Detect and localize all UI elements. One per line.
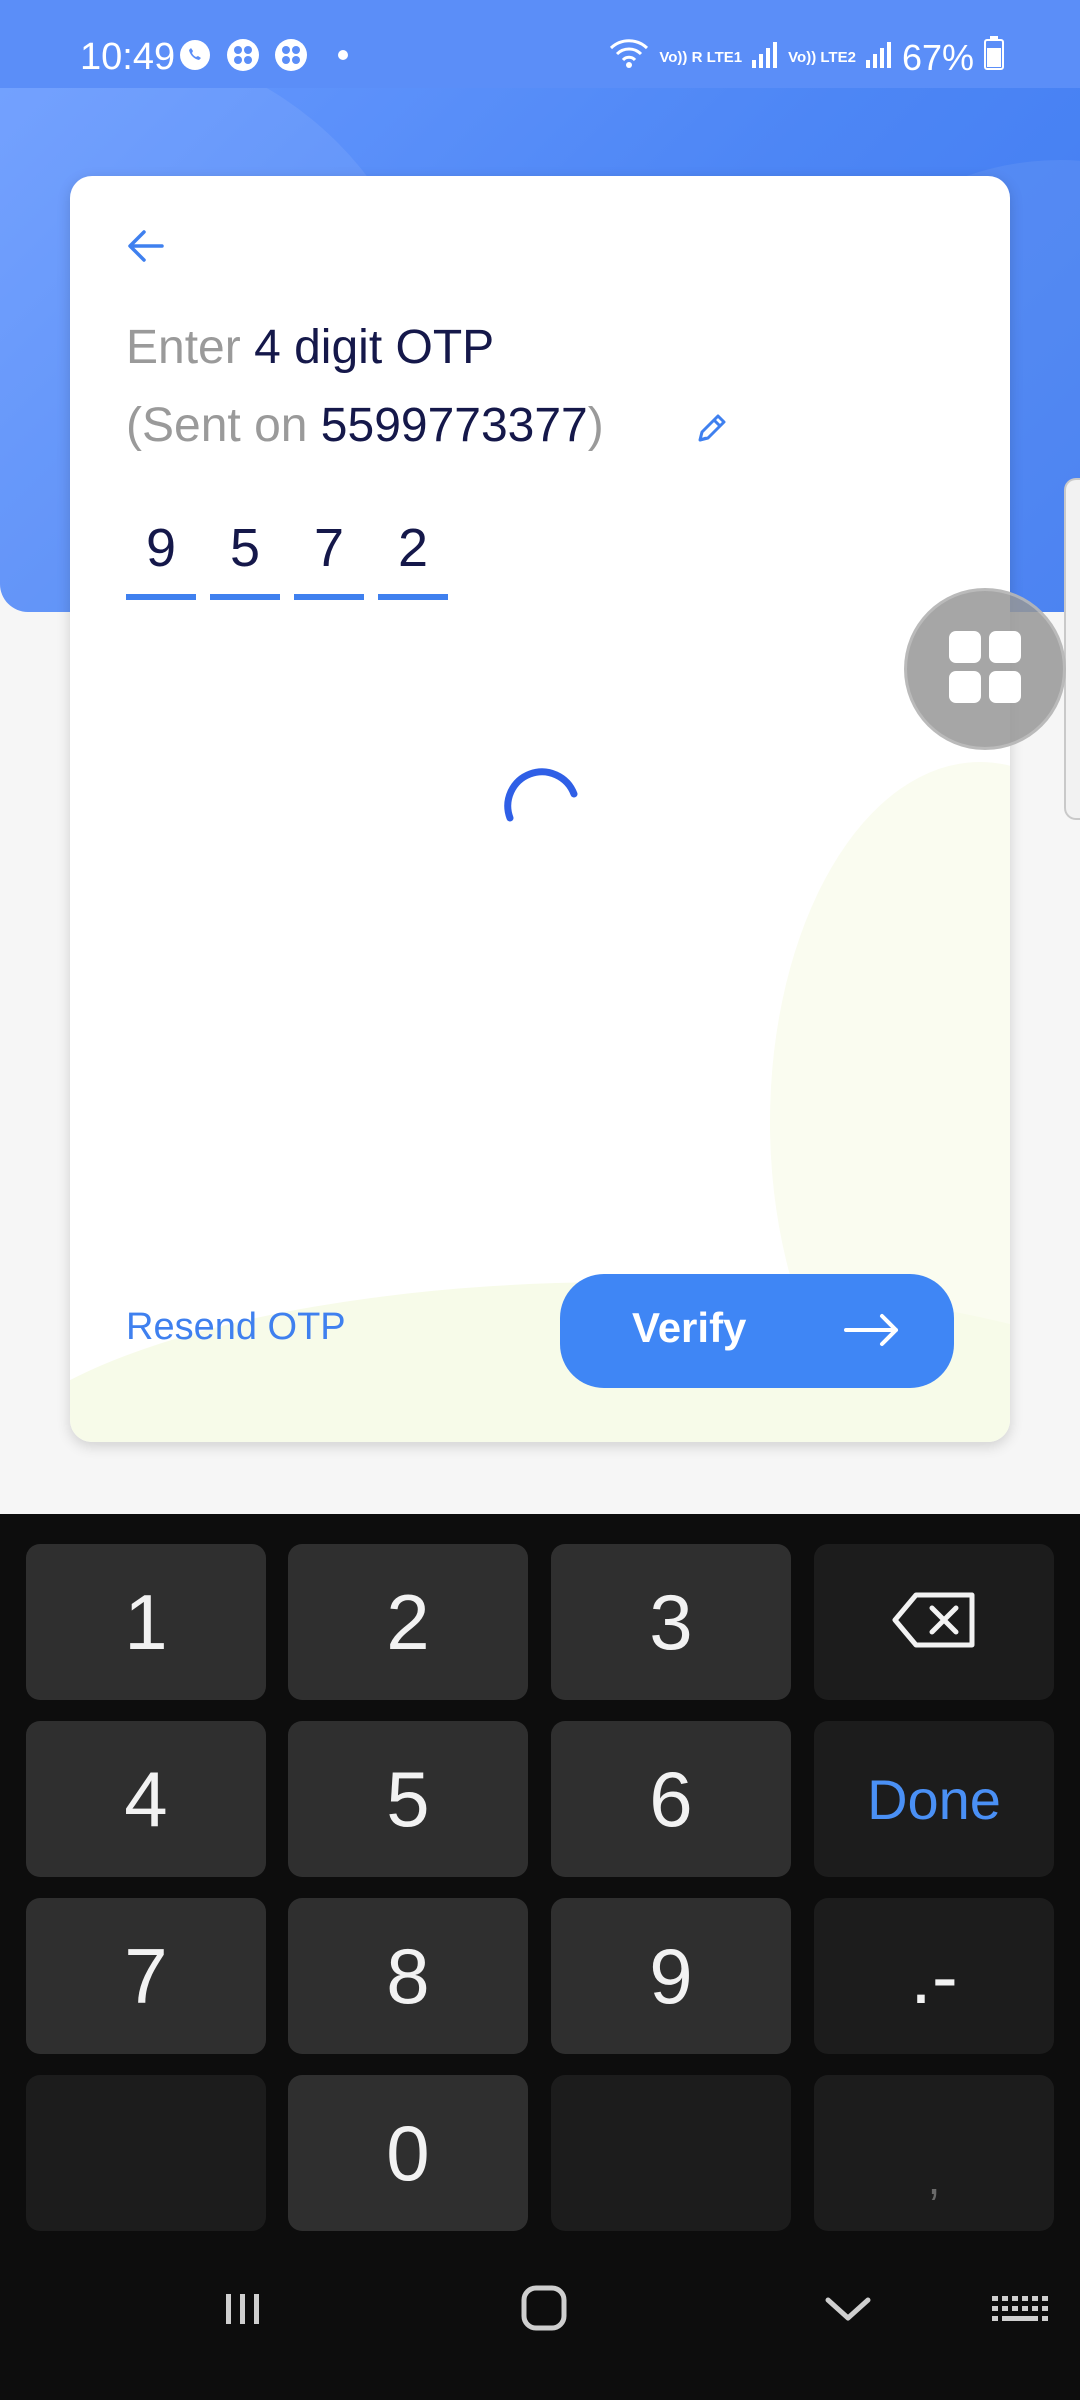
wifi-icon [609, 37, 649, 79]
otp-card: Enter 4 digit OTP (Sent on 5599773377) 9… [70, 176, 1010, 1442]
status-time: 10:49 [80, 36, 176, 78]
backspace-icon [892, 1577, 976, 1668]
key-3[interactable]: 3 [551, 1544, 791, 1700]
app-icon [224, 36, 262, 74]
status-bar: 10:49 Vo)) R LTE1 Vo)) LTE2 67% [0, 0, 1080, 88]
hide-keyboard-button[interactable] [818, 2278, 878, 2343]
comma-key[interactable]: , [814, 2075, 1054, 2231]
arrow-right-icon [842, 1310, 902, 1355]
battery-percent: 67% [901, 36, 974, 78]
key-2[interactable]: 2 [288, 1544, 528, 1700]
key-4[interactable]: 4 [26, 1721, 266, 1877]
numeric-keyboard: 1 2 3 4 5 6 Done 7 8 9 .- 0 , [0, 1514, 1080, 2236]
battery-icon [984, 36, 1004, 79]
back-button[interactable] [118, 220, 174, 276]
symbols-label: .- [910, 1931, 958, 2020]
verify-label: Verify [632, 1304, 747, 1351]
edit-phone-button[interactable] [690, 408, 734, 452]
pencil-icon [692, 408, 732, 453]
key-6[interactable]: 6 [551, 1721, 791, 1877]
floating-apps-button[interactable] [904, 588, 1066, 750]
otp-digit-field[interactable]: 5 [210, 512, 280, 600]
empty-key [26, 2075, 266, 2231]
recents-icon [212, 2278, 272, 2343]
keyboard-icon [990, 2278, 1050, 2343]
otp-digit-field[interactable]: 9 [126, 512, 196, 600]
sim1-label: Vo)) R LTE1 [659, 48, 743, 66]
home-button[interactable] [514, 2278, 574, 2343]
symbols-key[interactable]: .- [814, 1898, 1054, 2054]
grid-icon [947, 629, 1023, 710]
key-5[interactable]: 5 [288, 1721, 528, 1877]
key-9[interactable]: 9 [551, 1898, 791, 2054]
signal-icon [752, 37, 778, 79]
empty-key [551, 2075, 791, 2231]
otp-input-group: 9 5 7 2 [126, 512, 448, 600]
otp-digit-field[interactable]: 2 [378, 512, 448, 600]
key-7[interactable]: 7 [26, 1898, 266, 2054]
system-indicators: Vo)) R LTE1 Vo)) LTE2 67% [609, 36, 1004, 79]
navigation-bar [0, 2236, 1080, 2400]
title-prefix: Enter [126, 321, 241, 374]
page-title: Enter 4 digit OTP [126, 320, 494, 375]
sent-prefix: (Sent on [126, 399, 308, 452]
otp-digit-field[interactable]: 7 [294, 512, 364, 600]
phone-number: 5599773377 [320, 399, 588, 452]
whatsapp-icon [176, 36, 214, 74]
comma-label: , [927, 2152, 941, 2204]
chevron-down-icon [818, 2278, 878, 2343]
keyboard-switch-button[interactable] [990, 2278, 1050, 2343]
back-arrow-icon [126, 228, 166, 269]
edge-panel-handle[interactable] [1064, 478, 1080, 820]
home-icon [514, 2278, 574, 2343]
title-main: 4 digit OTP [254, 321, 495, 374]
key-1[interactable]: 1 [26, 1544, 266, 1700]
recent-apps-button[interactable] [212, 2278, 272, 2343]
notification-icons [176, 36, 348, 74]
key-0[interactable]: 0 [288, 2075, 528, 2231]
more-notifications-dot [338, 50, 348, 60]
resend-otp-link[interactable]: Resend OTP [126, 1306, 346, 1349]
done-key[interactable]: Done [814, 1721, 1054, 1877]
verify-button[interactable]: Verify [560, 1274, 954, 1388]
signal-icon [865, 37, 892, 79]
backspace-key[interactable] [814, 1544, 1054, 1700]
done-label: Done [867, 1767, 1001, 1831]
sim2-label: Vo)) LTE2 [788, 48, 856, 66]
key-8[interactable]: 8 [288, 1898, 528, 2054]
sent-to-line: (Sent on 5599773377) [126, 398, 604, 453]
app-icon [272, 36, 310, 74]
loading-spinner [490, 748, 590, 848]
sent-suffix: ) [587, 399, 604, 452]
